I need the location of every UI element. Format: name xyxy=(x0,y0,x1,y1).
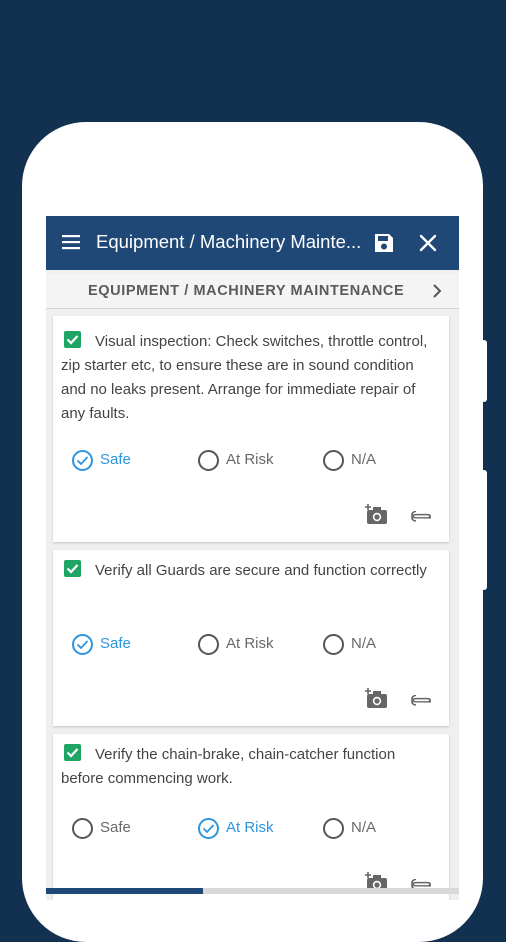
question-text: Verify the chain-brake, chain-catcher fu… xyxy=(61,743,441,791)
radio-unchecked-icon[interactable] xyxy=(72,818,93,839)
question-text: Verify all Guards are secure and functio… xyxy=(61,559,441,583)
question-text: Visual inspection: Check switches, throt… xyxy=(61,330,441,426)
radio-checked-icon[interactable] xyxy=(72,634,93,655)
radio-checked-icon[interactable] xyxy=(72,450,93,471)
phone-side-button xyxy=(481,470,487,590)
checklist-item: Visual inspection: Check switches, throt… xyxy=(53,316,449,542)
chevron-right-icon[interactable] xyxy=(432,284,442,298)
question-label: Verify the chain-brake, chain-catcher fu… xyxy=(61,746,396,787)
radio-unchecked-icon[interactable] xyxy=(323,634,344,655)
phone-side-button xyxy=(481,340,487,402)
checkbox-checked-icon xyxy=(64,744,81,761)
attachment-icon[interactable] xyxy=(411,695,433,707)
option-label: At Risk xyxy=(226,635,274,652)
save-icon[interactable] xyxy=(374,233,394,253)
checkbox-checked-icon xyxy=(64,331,81,348)
section-header: EQUIPMENT / MACHINERY MAINTENANCE xyxy=(46,274,459,309)
option-label: At Risk xyxy=(226,819,274,836)
option-label: Safe xyxy=(100,451,131,468)
progress-fill xyxy=(46,888,203,894)
radio-unchecked-icon[interactable] xyxy=(198,634,219,655)
hamburger-menu-icon[interactable] xyxy=(62,234,82,250)
close-icon[interactable] xyxy=(419,234,437,252)
add-photo-icon[interactable] xyxy=(365,504,389,526)
question-label: Verify all Guards are secure and functio… xyxy=(95,562,427,579)
checkbox-checked-icon xyxy=(64,560,81,577)
add-photo-icon[interactable] xyxy=(365,688,389,710)
question-label: Visual inspection: Check switches, throt… xyxy=(61,333,428,422)
section-title: EQUIPMENT / MACHINERY MAINTENANCE xyxy=(88,283,405,299)
radio-unchecked-icon[interactable] xyxy=(323,818,344,839)
checklist-item: Verify the chain-brake, chain-catcher fu… xyxy=(53,734,449,900)
attachment-icon[interactable] xyxy=(411,511,433,523)
app-bar: Equipment / Machinery Mainte... xyxy=(46,216,459,270)
option-label: N/A xyxy=(351,819,377,836)
option-label: Safe xyxy=(100,635,131,652)
radio-unchecked-icon[interactable] xyxy=(198,450,219,471)
progress-bar xyxy=(46,888,459,894)
option-label: N/A xyxy=(351,451,377,468)
option-label: At Risk xyxy=(226,451,274,468)
app-screen: Equipment / Machinery Mainte... EQUIPMEN… xyxy=(46,216,459,900)
option-label: Safe xyxy=(100,819,131,836)
option-label: N/A xyxy=(351,635,377,652)
page-title: Equipment / Machinery Mainte... xyxy=(96,231,362,252)
radio-unchecked-icon[interactable] xyxy=(323,450,344,471)
radio-checked-icon[interactable] xyxy=(198,818,219,839)
checklist-item: Verify all Guards are secure and functio… xyxy=(53,550,449,726)
